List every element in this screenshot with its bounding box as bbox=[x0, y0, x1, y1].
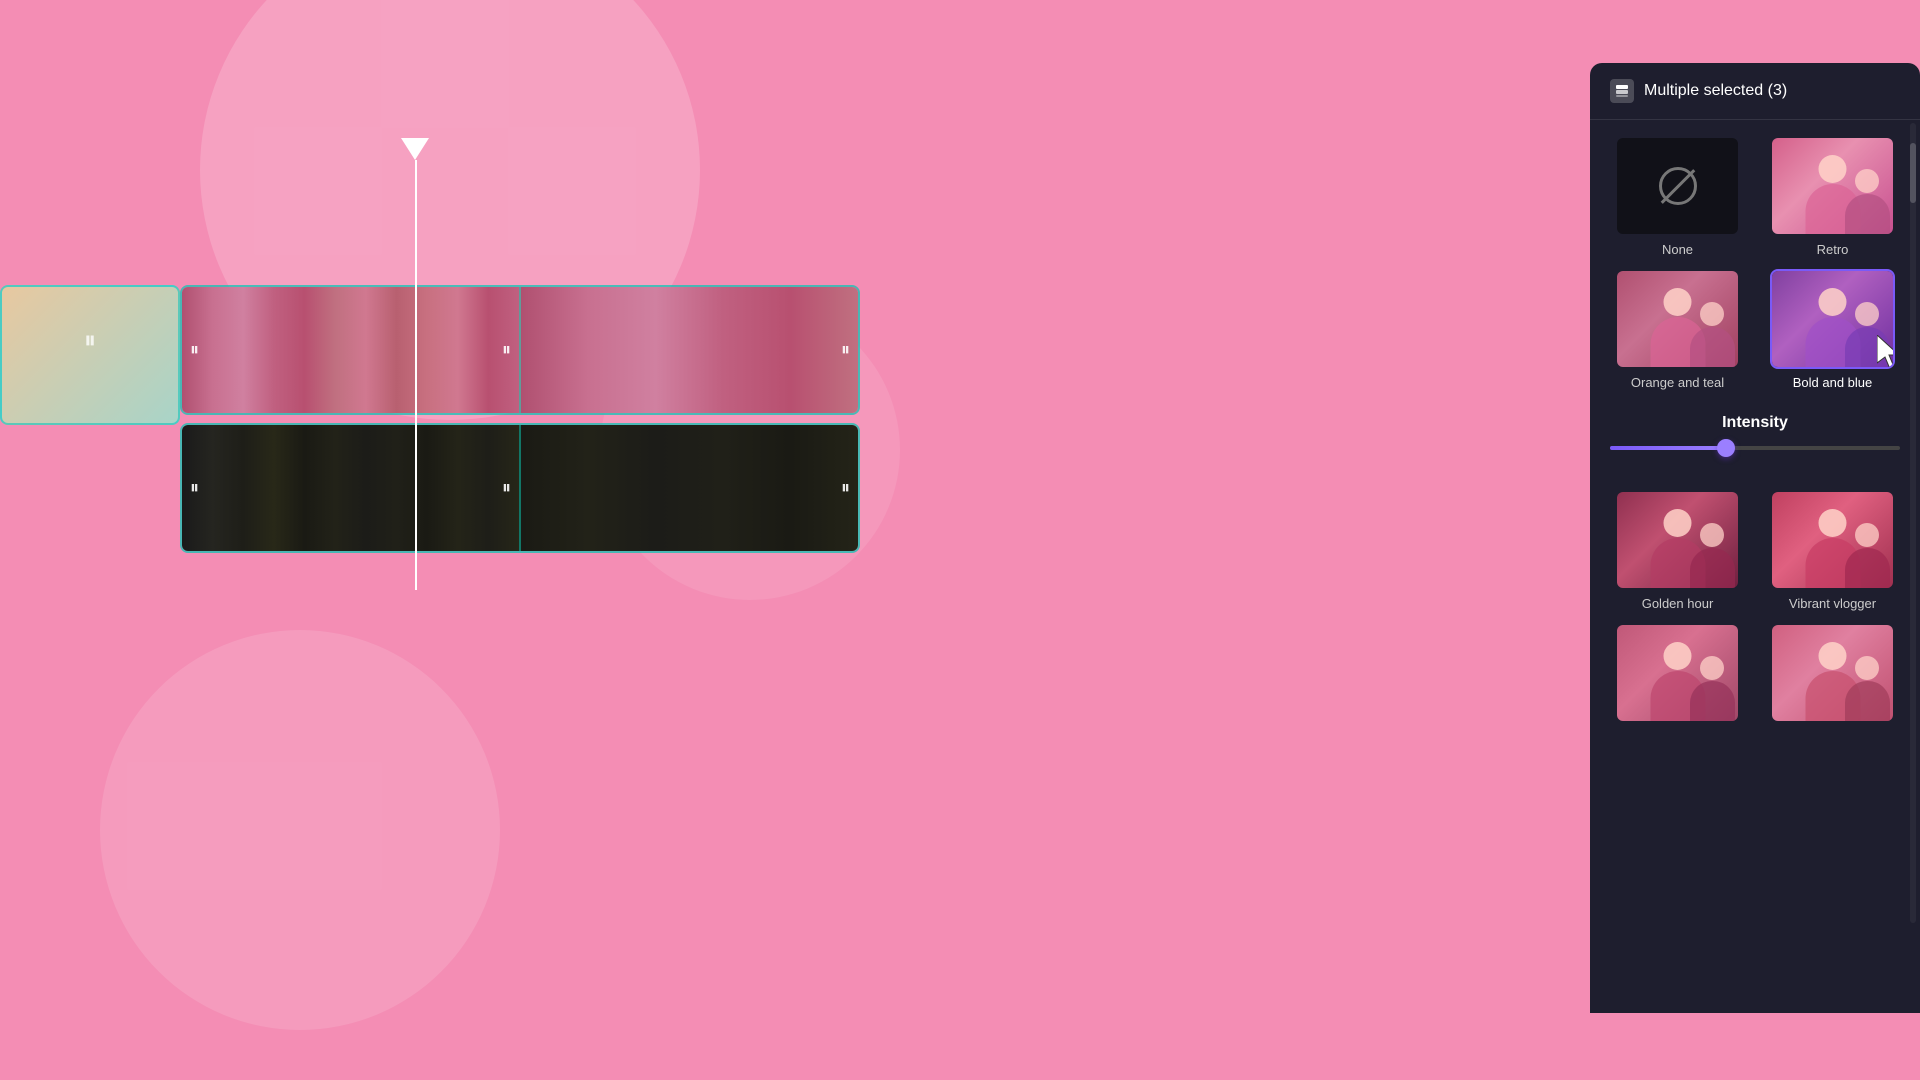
track-1: ⏸ ⏸ ⏸ bbox=[180, 285, 860, 415]
track-2-segment2-pause-right[interactable]: ⏸ bbox=[841, 478, 850, 499]
filter-thumb-orange-teal bbox=[1615, 269, 1740, 369]
filter-label-retro: Retro bbox=[1817, 242, 1849, 257]
left-panel-pause-icon: ⏸ bbox=[84, 327, 96, 355]
intensity-slider-track[interactable] bbox=[1610, 446, 1900, 450]
intensity-title: Intensity bbox=[1606, 414, 1904, 432]
track-1-segment2-pause-right[interactable]: ⏸ bbox=[841, 340, 850, 361]
filter-thumb-retro bbox=[1770, 136, 1895, 236]
intensity-slider-thumb[interactable] bbox=[1717, 439, 1735, 457]
track-2-pause-right[interactable]: ⏸ bbox=[502, 478, 511, 499]
filter-thumb-vibrant-vlogger bbox=[1770, 490, 1895, 590]
filter-thumb-golden-hour bbox=[1615, 490, 1740, 590]
playhead[interactable] bbox=[415, 160, 417, 590]
intensity-slider-fill bbox=[1610, 446, 1726, 450]
filter-thumb-none bbox=[1615, 136, 1740, 236]
track-1-segment-2: ⏸ bbox=[519, 287, 858, 413]
track-1-pause-right[interactable]: ⏸ bbox=[502, 340, 511, 361]
track-2: ⏸ ⏸ ⏸ bbox=[180, 423, 860, 553]
filter-label-orange-teal: Orange and teal bbox=[1631, 375, 1724, 390]
right-panel: Multiple selected (3) None bbox=[1590, 63, 1920, 1013]
filter-thumb-bold-blue bbox=[1770, 269, 1895, 369]
filter-grid: None Retro bbox=[1590, 120, 1920, 406]
filter-thumb-extra1 bbox=[1615, 623, 1740, 723]
intensity-section: Intensity bbox=[1590, 406, 1920, 474]
track-2-segment-2: ⏸ bbox=[519, 425, 858, 551]
timeline-area: ⏸ ⏸ ⏸ ⏸ ⏸ ⏸ bbox=[180, 285, 860, 561]
filter-item-extra2[interactable] bbox=[1761, 623, 1904, 729]
filter-label-golden-hour: Golden hour bbox=[1642, 596, 1714, 611]
track-2-segment-1: ⏸ ⏸ bbox=[182, 425, 519, 551]
filter-item-none[interactable]: None bbox=[1606, 136, 1749, 257]
track-2-row: ⏸ ⏸ ⏸ bbox=[180, 423, 860, 553]
left-panel-clip: ⏸ bbox=[0, 285, 180, 425]
bg-decoration-2 bbox=[100, 630, 500, 1030]
filter-item-retro[interactable]: Retro bbox=[1761, 136, 1904, 257]
filter-item-vibrant-vlogger[interactable]: Vibrant vlogger bbox=[1761, 490, 1904, 611]
filter-item-orange-teal[interactable]: Orange and teal bbox=[1606, 269, 1749, 390]
filter-item-golden-hour[interactable]: Golden hour bbox=[1606, 490, 1749, 611]
track-1-pause-left[interactable]: ⏸ bbox=[190, 340, 199, 361]
panel-title: Multiple selected (3) bbox=[1644, 82, 1787, 100]
panel-layers-icon bbox=[1610, 79, 1634, 103]
filter-item-bold-blue[interactable]: Bold and blue bbox=[1761, 269, 1904, 390]
filter-label-vibrant-vlogger: Vibrant vlogger bbox=[1789, 596, 1876, 611]
filter-grid-bottom: Golden hour Vibrant vlogger bbox=[1590, 474, 1920, 745]
intensity-slider-container[interactable] bbox=[1606, 446, 1904, 450]
scrollbar-thumb[interactable] bbox=[1910, 143, 1916, 203]
track-1-segment-1: ⏸ ⏸ bbox=[182, 287, 519, 413]
filter-item-extra1[interactable] bbox=[1606, 623, 1749, 729]
filter-thumb-extra2 bbox=[1770, 623, 1895, 723]
track-1-row: ⏸ ⏸ ⏸ bbox=[180, 285, 860, 415]
scrollbar[interactable] bbox=[1910, 123, 1916, 923]
mouse-cursor bbox=[1877, 335, 1895, 369]
playhead-head bbox=[401, 138, 429, 160]
filter-label-none: None bbox=[1662, 242, 1693, 257]
filter-label-bold-blue: Bold and blue bbox=[1793, 375, 1873, 390]
panel-header: Multiple selected (3) bbox=[1590, 63, 1920, 120]
track-2-pause-left[interactable]: ⏸ bbox=[190, 478, 199, 499]
